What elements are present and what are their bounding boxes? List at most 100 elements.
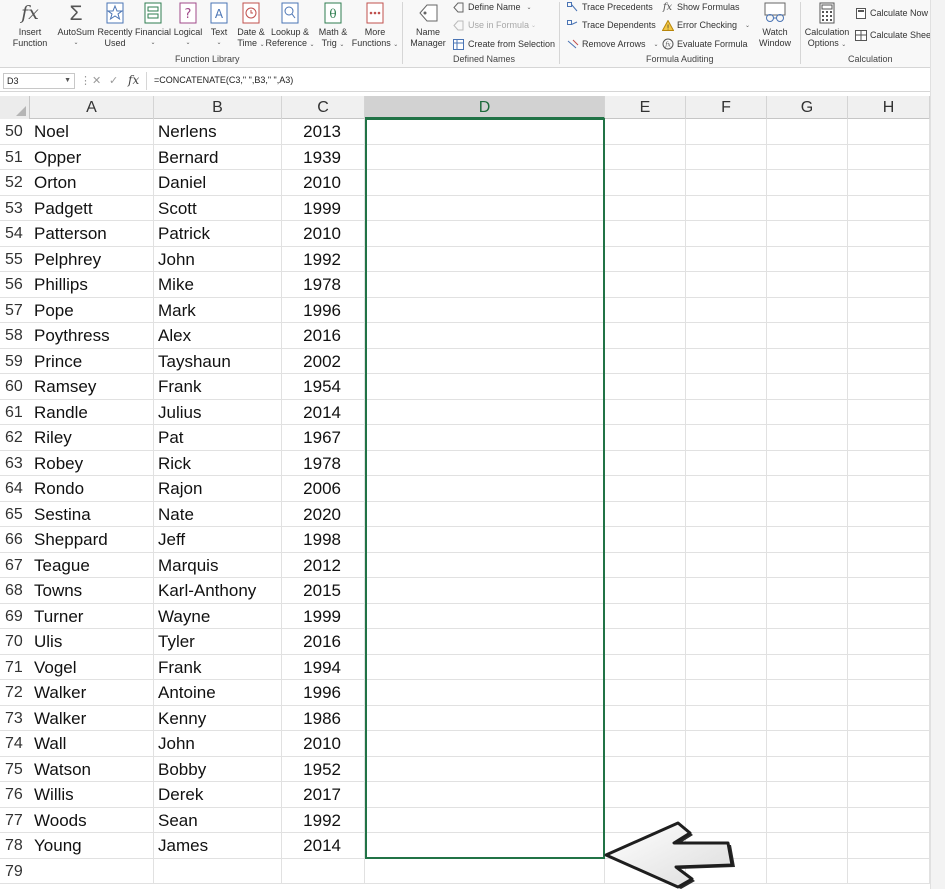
cell-a[interactable]: Teague [30,552,154,577]
cell-e[interactable] [605,195,686,220]
cell-c[interactable]: 2015 [282,578,365,603]
cell-e[interactable] [605,501,686,526]
cell-h[interactable] [848,195,930,220]
row-header[interactable]: 79 [0,858,30,883]
calculate-now-button[interactable]: Calculate Now [854,6,928,20]
cell-d[interactable] [365,501,605,526]
cell-h[interactable] [848,578,930,603]
row-header[interactable]: 77 [0,807,30,832]
cell-e[interactable] [605,399,686,424]
cell-g[interactable] [767,195,848,220]
cell-e[interactable] [605,170,686,195]
cell-h[interactable] [848,476,930,501]
cell-e[interactable] [605,374,686,399]
cell-a[interactable]: Willis [30,782,154,807]
cell-e[interactable] [605,323,686,348]
cell-c[interactable]: 2010 [282,731,365,756]
cell-a[interactable]: Padgett [30,195,154,220]
cell-b[interactable]: John [154,731,282,756]
column-header-h[interactable]: H [848,96,930,119]
cell-b[interactable]: Julius [154,399,282,424]
cell-f[interactable] [686,654,767,679]
cell-f[interactable] [686,195,767,220]
cell-f[interactable] [686,425,767,450]
cell-c[interactable]: 2006 [282,476,365,501]
cell-b[interactable]: Karl-Anthony [154,578,282,603]
cell-e[interactable] [605,348,686,373]
cell-f[interactable] [686,399,767,424]
cell-d[interactable] [365,629,605,654]
vertical-scrollbar[interactable] [930,0,945,889]
cell-b[interactable]: Rick [154,450,282,475]
cell-g[interactable] [767,552,848,577]
cell-h[interactable] [848,221,930,246]
cell-c[interactable]: 2010 [282,221,365,246]
cell-c[interactable]: 1967 [282,425,365,450]
cell-d[interactable] [365,552,605,577]
cell-b[interactable]: John [154,246,282,271]
cell-f[interactable] [686,221,767,246]
cell-h[interactable] [848,170,930,195]
cell-c[interactable]: 2020 [282,501,365,526]
cell-g[interactable] [767,450,848,475]
text-button[interactable]: A Text ⌄ [206,0,232,49]
cell-a[interactable]: Riley [30,425,154,450]
cell-e[interactable] [605,756,686,781]
cell-g[interactable] [767,782,848,807]
cell-e[interactable] [605,782,686,807]
cell-f[interactable] [686,119,767,144]
cell-h[interactable] [848,680,930,705]
cell-d[interactable] [365,246,605,271]
cell-c[interactable]: 2017 [282,782,365,807]
cell-c[interactable]: 1992 [282,807,365,832]
cell-f[interactable] [686,272,767,297]
cell-d[interactable] [365,578,605,603]
date-time-button[interactable]: Date & Time ⌄ [234,0,268,51]
cell-d[interactable] [365,603,605,628]
cell-f[interactable] [686,450,767,475]
cell-e[interactable] [605,629,686,654]
cell-c[interactable]: 2002 [282,348,365,373]
row-header[interactable]: 75 [0,756,30,781]
cell-b[interactable]: Pat [154,425,282,450]
cell-h[interactable] [848,374,930,399]
cell-b[interactable]: Frank [154,654,282,679]
cell-c[interactable]: 1954 [282,374,365,399]
cell-a[interactable]: Ulis [30,629,154,654]
show-formulas-button[interactable]: fx Show Formulas [661,0,740,14]
cell-g[interactable] [767,705,848,730]
cell-f[interactable] [686,603,767,628]
recently-used-button[interactable]: Recently Used [97,0,133,49]
cell-g[interactable] [767,501,848,526]
cell-d[interactable] [365,756,605,781]
calculation-options-button[interactable]: Calculation Options ⌄ [804,0,850,51]
cell-a[interactable] [30,858,154,883]
cell-d[interactable] [365,221,605,246]
cell-h[interactable] [848,144,930,169]
cell-b[interactable]: Rajon [154,476,282,501]
column-header-a[interactable]: A [30,96,154,119]
row-header[interactable]: 54 [0,221,30,246]
column-header-c[interactable]: C [282,96,365,119]
row-header[interactable]: 55 [0,246,30,271]
cell-a[interactable]: Woods [30,807,154,832]
cell-g[interactable] [767,731,848,756]
cell-a[interactable]: Noel [30,119,154,144]
chevron-down-icon[interactable]: ▼ [64,74,71,88]
formula-input[interactable]: =CONCATENATE(C3," ",B3," ",A3) [154,75,293,85]
cell-f[interactable] [686,629,767,654]
cell-g[interactable] [767,323,848,348]
cell-c[interactable]: 2014 [282,833,365,858]
row-header[interactable]: 58 [0,323,30,348]
cell-g[interactable] [767,144,848,169]
insert-function-icon[interactable]: fx [128,73,139,87]
cell-a[interactable]: Pelphrey [30,246,154,271]
cell-c[interactable]: 1996 [282,680,365,705]
row-header[interactable]: 68 [0,578,30,603]
cell-d[interactable] [365,195,605,220]
cell-b[interactable]: Nerlens [154,119,282,144]
cell-c[interactable]: 2016 [282,629,365,654]
cell-a[interactable]: Robey [30,450,154,475]
cell-a[interactable]: Vogel [30,654,154,679]
cancel-icon[interactable]: ✕ [92,74,101,88]
